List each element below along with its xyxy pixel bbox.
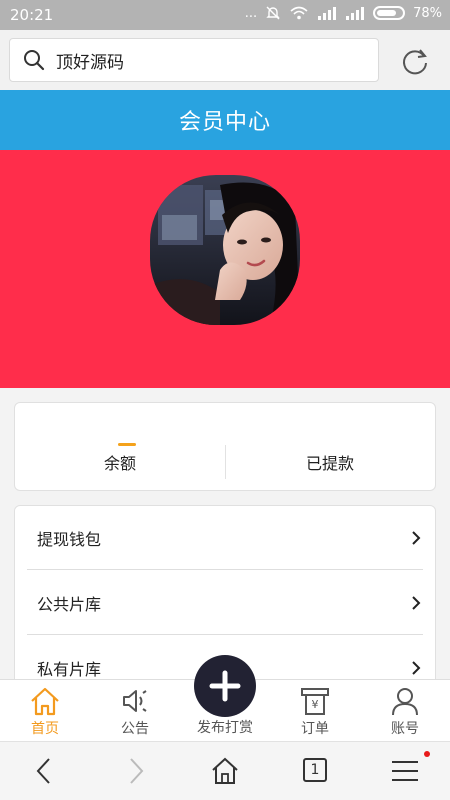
user-icon <box>392 688 418 716</box>
home-icon <box>31 687 59 716</box>
chevron-right-icon <box>412 530 421 545</box>
search-box[interactable]: 顶好源码 <box>9 38 379 82</box>
chevron-right-icon <box>412 661 421 675</box>
site-name: 顶好源码 <box>56 52 124 73</box>
tab-orders[interactable]: ¥ 订单 <box>270 680 360 742</box>
search-icon <box>24 50 45 71</box>
url-bar: 顶好源码 <box>0 30 450 90</box>
withdrawn-column[interactable]: 已提款 <box>225 403 435 490</box>
menu-item-label: 私有片库 <box>37 660 102 679</box>
menu-item-label: 公共片库 <box>37 594 102 614</box>
status-dots: ... <box>244 5 258 21</box>
receipt-icon: ¥ <box>301 688 329 715</box>
forward-icon[interactable] <box>120 756 150 786</box>
menu-item-public-library[interactable]: 公共片库 <box>27 571 423 635</box>
status-time: 20:21 <box>10 6 54 24</box>
page-title: 会员中心 <box>178 110 271 135</box>
tab-account[interactable]: 账号 <box>360 680 450 742</box>
profile-hero <box>0 150 450 388</box>
balance-value-marker <box>118 443 136 446</box>
browser-nav-bar <box>0 741 450 800</box>
tab-account-label: 账号 <box>391 721 419 737</box>
battery-percent: 78% <box>413 5 442 21</box>
status-icons: ... 78% <box>245 5 442 21</box>
signal-icon-1 <box>318 7 337 20</box>
speaker-icon <box>123 690 147 712</box>
menu-item-withdraw-wallet[interactable]: 提现钱包 <box>27 506 423 570</box>
publish-reward-button[interactable] <box>194 655 256 717</box>
signal-icon-2 <box>346 7 365 20</box>
notification-dot <box>424 751 430 757</box>
reload-icon[interactable] <box>400 46 430 76</box>
plus-icon <box>209 670 241 702</box>
svg-text:¥: ¥ <box>312 698 319 711</box>
tab-notice[interactable]: 公告 <box>90 680 180 742</box>
page-header: 会员中心 <box>0 90 450 150</box>
chevron-right-icon <box>412 595 421 610</box>
menu-icon[interactable] <box>390 756 420 786</box>
balance-label: 余额 <box>103 454 136 473</box>
menu-item-label: 提现钱包 <box>37 529 102 549</box>
tab-notice-label: 公告 <box>121 721 149 737</box>
tab-home-label: 首页 <box>31 721 59 737</box>
mute-alarm-icon <box>266 6 280 20</box>
tab-home[interactable]: 首页 <box>0 680 90 742</box>
battery-icon <box>373 6 406 20</box>
tab-orders-label: 订单 <box>301 721 329 737</box>
avatar-photo <box>150 175 300 325</box>
avatar[interactable] <box>150 175 300 325</box>
withdrawn-label: 已提款 <box>305 454 354 473</box>
balance-column[interactable]: 余额 <box>15 403 225 490</box>
tab-count-button[interactable]: 1 <box>303 758 327 782</box>
publish-reward-label: 发布打赏 <box>197 720 253 736</box>
wifi-icon <box>290 6 308 20</box>
home-icon[interactable] <box>210 756 240 786</box>
balance-card: 余额 已提款 <box>14 402 436 491</box>
back-icon[interactable] <box>30 756 60 786</box>
status-bar: 20:21 ... 78% <box>0 0 450 30</box>
battery-fill <box>377 10 396 16</box>
